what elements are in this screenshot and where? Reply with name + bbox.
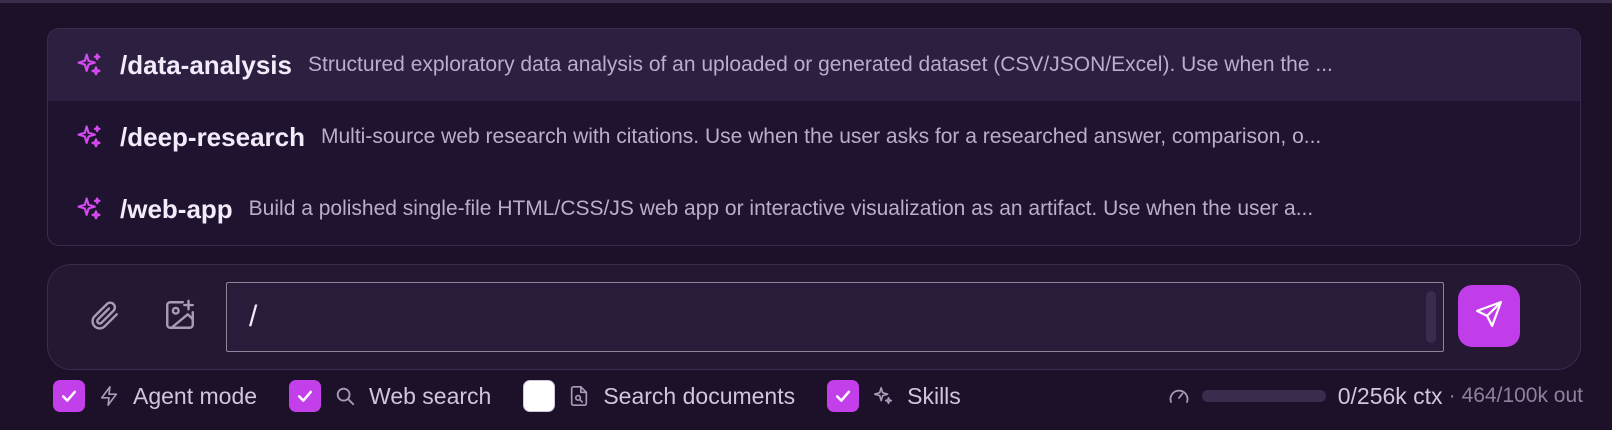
suggestion-command: /data-analysis: [120, 49, 292, 80]
option-search-documents[interactable]: Search documents: [523, 374, 795, 418]
option-label: Web search: [369, 382, 492, 409]
suggestion-item-data-analysis[interactable]: /data-analysis Structured exploratory da…: [48, 29, 1580, 101]
suggestion-command: /web-app: [120, 193, 233, 224]
send-icon: [1474, 299, 1504, 334]
send-button[interactable]: [1458, 285, 1520, 347]
search-documents-checkbox[interactable]: [523, 380, 556, 412]
image-plus-icon: [163, 298, 197, 337]
message-composer: /: [47, 264, 1581, 370]
sparkle-icon: [74, 194, 104, 224]
suggestion-description: Structured exploratory data analysis of …: [307, 53, 1333, 76]
message-input-value: /: [249, 300, 258, 333]
search-icon: [333, 384, 357, 408]
lightning-icon: [97, 384, 121, 408]
web-search-checkbox[interactable]: [289, 380, 322, 412]
sparkle-icon: [74, 122, 104, 152]
context-progress-bar: [1201, 390, 1326, 402]
input-scrollbar[interactable]: [1426, 291, 1436, 343]
sparkle-icon: [871, 384, 895, 408]
option-skills[interactable]: Skills: [827, 374, 961, 418]
option-label: Search documents: [603, 382, 796, 409]
context-usage: 0/256k ctx · 464/100k out: [1166, 374, 1583, 418]
check-icon: [836, 390, 851, 402]
suggestion-description: Build a polished single-file HTML/CSS/JS…: [248, 197, 1314, 220]
suggestion-description: Multi-source web research with citations…: [320, 125, 1322, 148]
suggestion-command: /deep-research: [120, 121, 305, 152]
option-agent-mode[interactable]: Agent mode: [53, 374, 257, 418]
skill-suggestions-popup: /data-analysis Structured exploratory da…: [47, 28, 1581, 246]
composer-options-bar: Agent mode Web search Search documents S…: [53, 374, 1583, 418]
paperclip-icon: [87, 298, 121, 337]
suggestion-item-web-app[interactable]: /web-app Build a polished single-file HT…: [48, 173, 1580, 245]
suggestion-item-deep-research[interactable]: /deep-research Multi-source web research…: [48, 101, 1580, 173]
context-tokens-text: 0/256k ctx: [1337, 382, 1443, 409]
gauge-icon: [1166, 383, 1192, 409]
check-icon: [61, 390, 77, 402]
check-icon: [297, 390, 313, 402]
option-web-search[interactable]: Web search: [289, 374, 491, 418]
agent-mode-checkbox[interactable]: [53, 380, 85, 412]
context-separator: ·: [1448, 384, 1456, 407]
sparkle-icon: [74, 50, 104, 80]
add-image-button[interactable]: [156, 293, 204, 341]
attach-file-button[interactable]: [80, 293, 128, 341]
message-input[interactable]: /: [226, 282, 1444, 352]
skills-checkbox[interactable]: [827, 380, 860, 412]
top-divider: [0, 0, 1612, 3]
option-label: Skills: [907, 382, 961, 409]
output-tokens-text: 464/100k out: [1461, 384, 1583, 407]
option-label: Agent mode: [133, 382, 258, 409]
document-icon: [567, 384, 591, 408]
